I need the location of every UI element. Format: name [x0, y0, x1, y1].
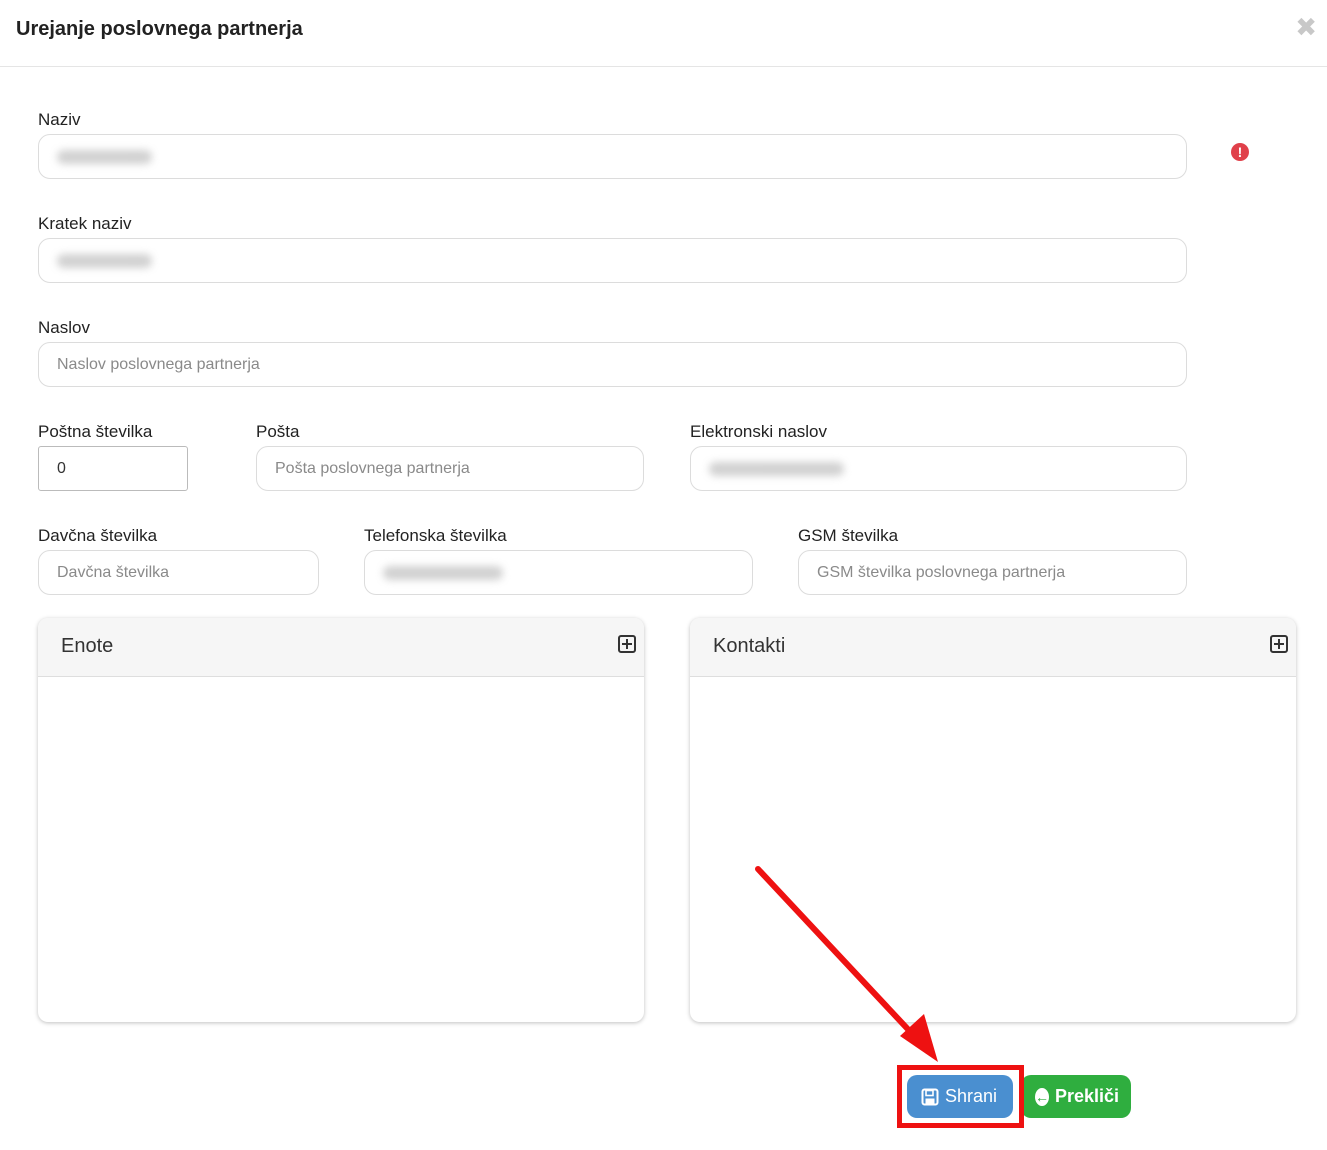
add-enota-plus-icon[interactable]	[618, 635, 636, 653]
arrow-circle-left-icon: ←	[1035, 1087, 1049, 1106]
kontakti-panel: Kontakti	[690, 618, 1296, 1022]
annotation-highlight-box	[897, 1065, 1024, 1128]
enote-panel-title: Enote	[61, 635, 114, 657]
naziv-label: Naziv	[38, 110, 81, 129]
redacted-value	[709, 461, 844, 476]
telefonska-stevilka-label: Telefonska številka	[364, 526, 507, 545]
elektronski-naslov-label: Elektronski naslov	[690, 422, 828, 441]
naslov-placeholder: Naslov poslovnega partnerja	[57, 355, 260, 373]
enote-panel: Enote	[38, 618, 644, 1022]
davcna-stevilka-label: Davčna številka	[38, 526, 158, 545]
kontakti-panel-header: Kontakti	[690, 618, 1296, 677]
redacted-value	[57, 253, 152, 268]
posta-placeholder: Pošta poslovnega partnerja	[275, 459, 470, 477]
modal-header: Urejanje poslovnega partnerja ✖	[0, 0, 1327, 67]
add-kontakt-plus-icon[interactable]	[1270, 635, 1288, 653]
redacted-value	[383, 565, 503, 580]
enote-panel-header: Enote	[38, 618, 644, 677]
telefonska-stevilka-input[interactable]	[364, 550, 753, 595]
naziv-input[interactable]	[38, 134, 1187, 179]
kratek-naziv-input[interactable]	[38, 238, 1187, 283]
posta-label: Pošta	[256, 422, 300, 441]
elektronski-naslov-input[interactable]	[690, 446, 1187, 491]
naslov-label: Naslov	[38, 318, 90, 337]
kratek-naziv-label: Kratek naziv	[38, 214, 132, 233]
gsm-stevilka-label: GSM številka	[798, 526, 899, 545]
postna-stevilka-input[interactable]: 0	[38, 446, 188, 491]
davcna-stevilka-input[interactable]: Davčna številka	[38, 550, 319, 595]
davcna-stevilka-placeholder: Davčna številka	[57, 563, 170, 581]
posta-input[interactable]: Pošta poslovnega partnerja	[256, 446, 644, 491]
error-icon: !	[1231, 143, 1249, 161]
kontakti-panel-title: Kontakti	[713, 635, 786, 657]
redacted-value	[57, 149, 152, 164]
postna-stevilka-value: 0	[57, 459, 66, 477]
naslov-input[interactable]: Naslov poslovnega partnerja	[38, 342, 1187, 387]
close-icon[interactable]: ✖	[1295, 14, 1317, 40]
gsm-stevilka-input[interactable]: GSM številka poslovnega partnerja	[798, 550, 1187, 595]
postna-stevilka-label: Poštna številka	[38, 422, 153, 441]
cancel-button-label: Prekliči	[1055, 1086, 1120, 1106]
gsm-stevilka-placeholder: GSM številka poslovnega partnerja	[817, 563, 1066, 581]
cancel-button[interactable]: ← Prekliči	[1021, 1075, 1131, 1118]
modal-title: Urejanje poslovnega partnerja	[16, 18, 303, 40]
